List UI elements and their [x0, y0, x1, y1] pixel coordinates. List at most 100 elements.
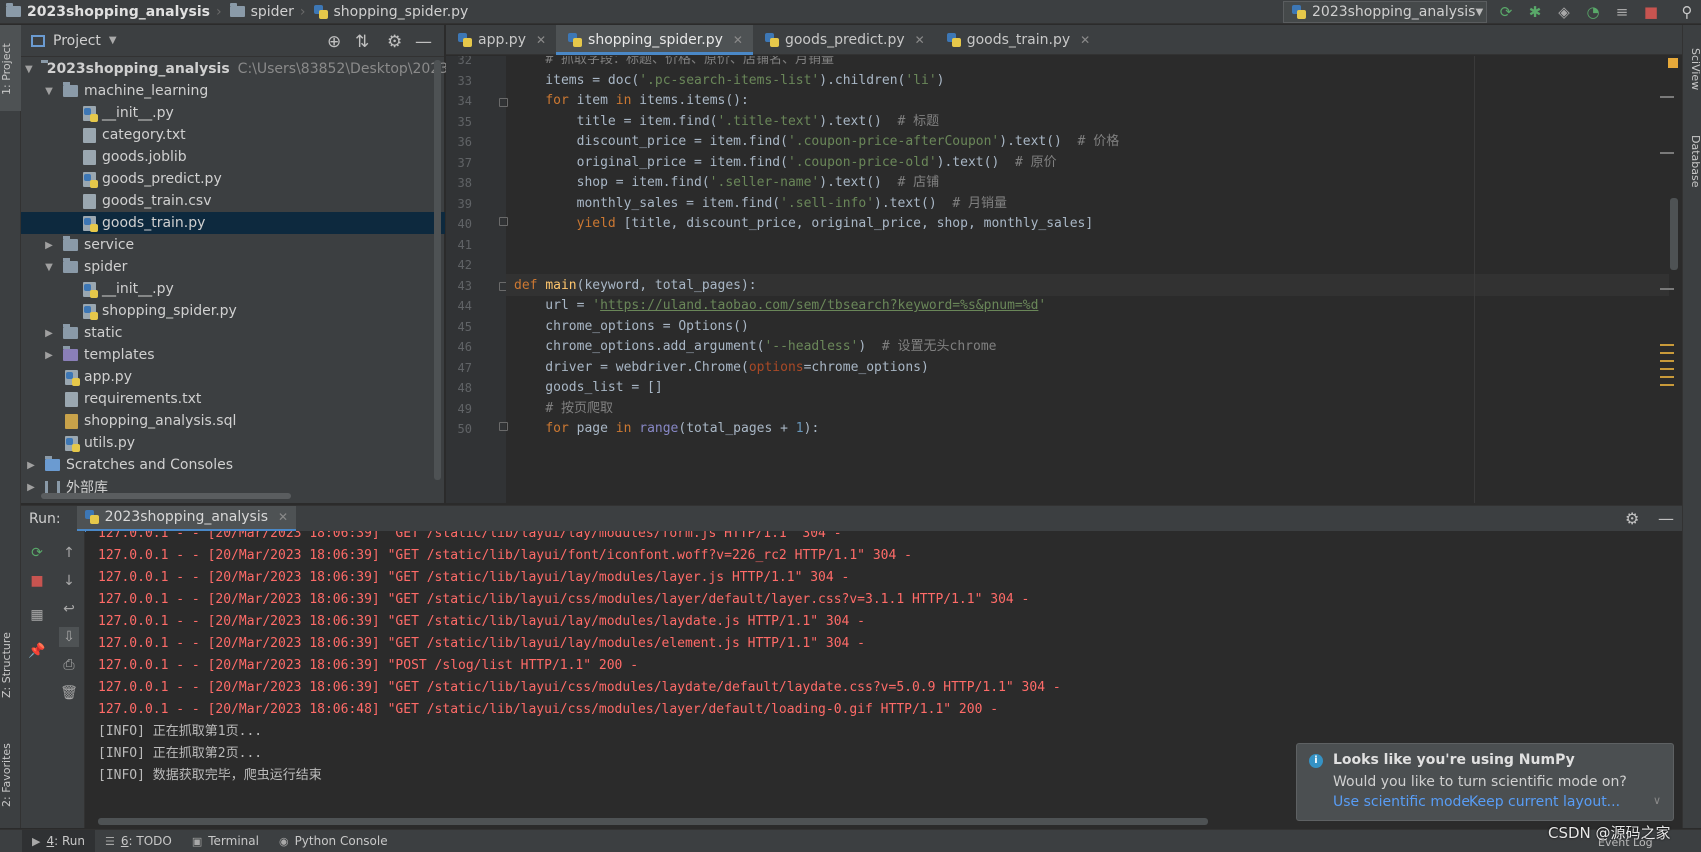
soft-wrap-icon[interactable]: ↩: [59, 599, 79, 619]
hide-panel-icon[interactable]: —: [1658, 509, 1674, 528]
concurrency-icon[interactable]: ≡: [1613, 3, 1631, 21]
tree-item-file[interactable]: shopping_spider.py: [21, 300, 445, 322]
python-file-icon: [65, 369, 80, 386]
pin-icon[interactable]: 📌: [27, 641, 47, 661]
tree-item-label: goods_train.csv: [102, 193, 212, 209]
tab-app-py[interactable]: app.py ✕: [446, 25, 556, 55]
tree-item-folder[interactable]: ▶ service: [21, 234, 445, 256]
tree-item-file[interactable]: utils.py: [21, 432, 445, 454]
tab-shopping-spider-py[interactable]: shopping_spider.py ✕: [556, 25, 753, 55]
stop-icon[interactable]: ■: [1642, 3, 1660, 21]
tab-python-console[interactable]: ◉ Python Console: [269, 830, 398, 852]
trash-icon[interactable]: 🗑: [59, 683, 79, 703]
code-editor[interactable]: 32 33 34 35 36 37 38 39 40 41 42 43 44 45 46 47 48 49 50 #…: [446, 56, 1682, 503]
locate-file-icon[interactable]: ⊕: [327, 32, 341, 52]
expand-arrow-icon[interactable]: ▶: [43, 350, 55, 361]
tab-python-console-label: Python Console: [294, 834, 388, 848]
tree-item-folder[interactable]: ▼ machine_learning: [21, 80, 445, 102]
gear-icon[interactable]: ⚙: [1625, 509, 1639, 528]
breadcrumb-folder[interactable]: spider: [224, 0, 298, 24]
tab-terminal[interactable]: ▣ Terminal: [182, 830, 269, 852]
tree-item-file[interactable]: shopping_analysis.sql: [21, 410, 445, 432]
tab-todo[interactable]: ☰ 6 : TODO: [95, 830, 182, 852]
breadcrumb-file[interactable]: shopping_spider.py: [308, 0, 473, 24]
tab-goods-predict-py[interactable]: goods_predict.py ✕: [753, 25, 935, 55]
close-icon[interactable]: ✕: [536, 33, 546, 47]
tree-item-file[interactable]: __init__.py: [21, 278, 445, 300]
hide-panel-icon[interactable]: —: [415, 32, 432, 52]
fold-marker-icon[interactable]: [499, 217, 508, 226]
tree-item-file[interactable]: goods_predict.py: [21, 168, 445, 190]
rerun-icon[interactable]: ⟳: [1497, 3, 1515, 21]
expand-arrow-icon[interactable]: ▼: [25, 64, 33, 75]
favorites-tool-tab[interactable]: 2: Favorites: [0, 735, 21, 815]
tree-item-file-selected[interactable]: goods_train.py: [21, 212, 445, 234]
tree-item-file[interactable]: goods.joblib: [21, 146, 445, 168]
tree-item-file[interactable]: __init__.py: [21, 102, 445, 124]
warning-indicator-icon[interactable]: [1668, 58, 1678, 68]
expand-arrow-icon[interactable]: ▶: [25, 482, 37, 493]
use-scientific-mode-link[interactable]: Use scientific mode: [1333, 794, 1470, 810]
sciview-tool-tab[interactable]: SciView: [1683, 39, 1701, 99]
project-panel-title[interactable]: Project: [53, 33, 101, 49]
python-file-icon: [83, 281, 98, 298]
tree-item-folder[interactable]: ▶ static: [21, 322, 445, 344]
console-line: 127.0.0.1 - - [20/Mar/2023 18:06:39] "GE…: [98, 636, 866, 651]
expand-arrow-icon[interactable]: ▶: [25, 460, 37, 471]
tree-item-file[interactable]: app.py: [21, 366, 445, 388]
close-icon[interactable]: ✕: [733, 33, 743, 47]
close-icon[interactable]: ✕: [1080, 33, 1090, 47]
debug-icon[interactable]: ✱: [1526, 3, 1544, 21]
horizontal-scrollbar[interactable]: [98, 818, 1208, 825]
tree-item-file[interactable]: category.txt: [21, 124, 445, 146]
project-tool-tab[interactable]: 1: Project: [0, 25, 21, 111]
database-tool-tab[interactable]: Database: [1683, 121, 1701, 201]
folder-icon: [63, 82, 78, 97]
close-icon[interactable]: ✕: [915, 33, 925, 47]
scroll-to-end-icon[interactable]: ⇩: [59, 627, 79, 647]
search-icon[interactable]: ⚲: [1678, 3, 1696, 21]
profile-icon[interactable]: ◔: [1584, 3, 1602, 21]
tab-goods-train-py[interactable]: goods_train.py ✕: [935, 25, 1100, 55]
tree-item-file[interactable]: goods_train.csv: [21, 190, 445, 212]
collapse-all-icon[interactable]: ⇅: [355, 32, 369, 52]
run-tab[interactable]: 2023shopping_analysis ✕: [76, 505, 297, 532]
restore-layout-icon[interactable]: ▦: [27, 605, 47, 625]
editor-scroll-thumb[interactable]: [1670, 198, 1678, 270]
tree-item-folder[interactable]: ▶ templates: [21, 344, 445, 366]
tree-item-scratches[interactable]: ▶ Scratches and Consoles: [21, 454, 445, 476]
fold-marker-icon[interactable]: [499, 422, 508, 431]
tree-item-root[interactable]: ▼ 2023shopping_analysis C:\Users\83852\D…: [21, 58, 473, 80]
tree-item-file[interactable]: requirements.txt: [21, 388, 445, 410]
tree-item-label: requirements.txt: [84, 391, 202, 407]
scroll-marker: [1660, 360, 1674, 362]
expand-arrow-icon[interactable]: ▼: [43, 262, 55, 273]
stop-icon[interactable]: ■: [27, 571, 47, 591]
chevron-down-icon[interactable]: ▼: [109, 35, 117, 46]
arrow-up-icon[interactable]: ↑: [59, 543, 79, 563]
expand-arrow-icon[interactable]: ▶: [43, 240, 55, 251]
print-icon[interactable]: ⎙: [59, 655, 79, 675]
vertical-scrollbar[interactable]: [434, 60, 441, 480]
fold-marker-icon[interactable]: [499, 98, 508, 107]
keep-current-layout-link[interactable]: Keep current layout...: [1469, 794, 1620, 810]
tree-item-folder[interactable]: ▼ spider: [21, 256, 445, 278]
run-configuration-label: 2023shopping_analysis: [1312, 4, 1476, 20]
coverage-icon[interactable]: ◈: [1555, 3, 1573, 21]
line-number: 39: [457, 196, 472, 211]
arrow-down-icon[interactable]: ↓: [59, 571, 79, 591]
python-file-icon: [313, 4, 328, 19]
rerun-icon[interactable]: ⟳: [27, 543, 47, 563]
gear-icon[interactable]: ⚙: [387, 32, 402, 52]
expand-arrow-icon[interactable]: ▼: [43, 86, 55, 97]
breadcrumb-project[interactable]: 2023shopping_analysis: [0, 0, 214, 24]
run-configuration-select[interactable]: 2023shopping_analysis ▼: [1283, 1, 1487, 23]
chevron-down-icon[interactable]: ∨: [1653, 794, 1661, 807]
close-icon[interactable]: ✕: [278, 510, 288, 524]
structure-tool-tab[interactable]: Z: Structure: [0, 625, 21, 705]
python-console-icon: ◉: [278, 834, 289, 848]
editor-scrollbar[interactable]: [1669, 56, 1682, 503]
tab-run[interactable]: ▶ 4 : Run: [22, 829, 95, 852]
horizontal-scrollbar[interactable]: [41, 493, 291, 499]
expand-arrow-icon[interactable]: ▶: [43, 328, 55, 339]
